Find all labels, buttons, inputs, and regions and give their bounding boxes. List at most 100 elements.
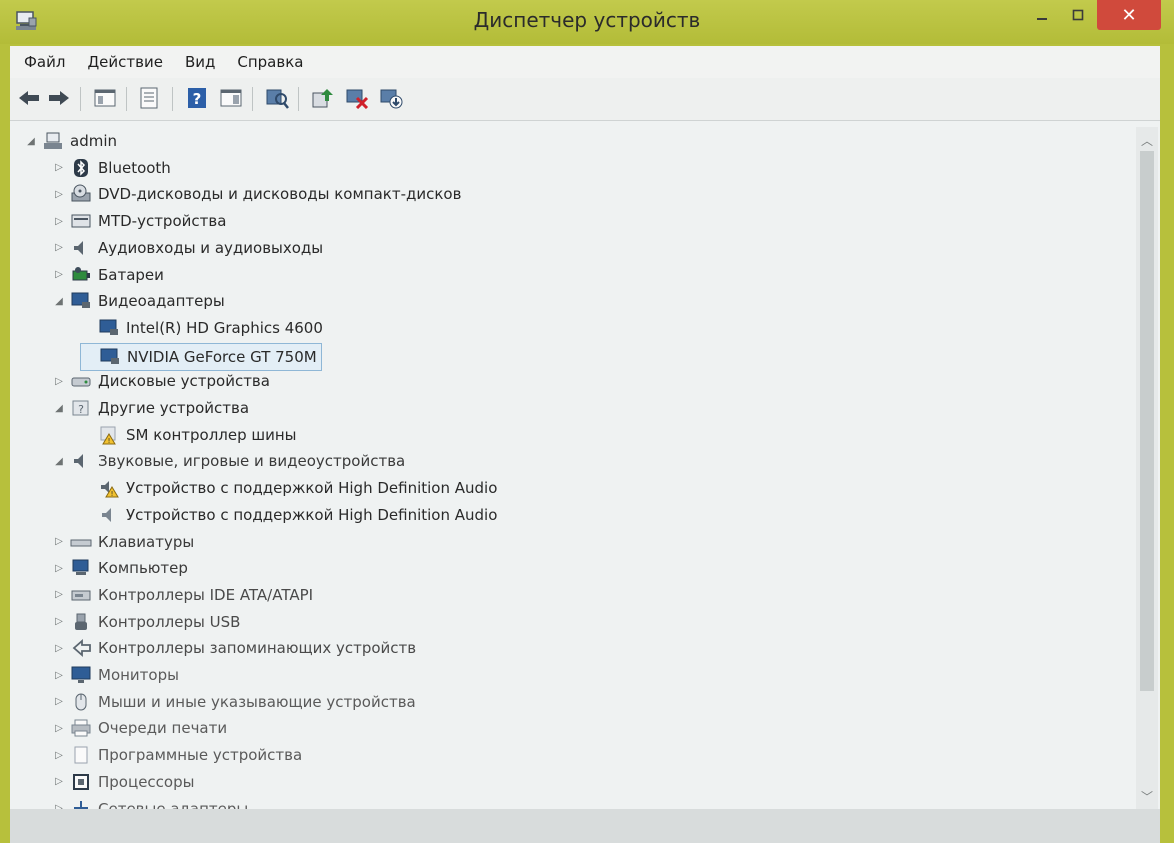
network-adapter-icon [70,799,92,809]
tree-category[interactable]: ▷ Bluetooth [52,156,171,180]
help-button[interactable]: ? [184,85,210,111]
tree-root-admin[interactable]: ◢ admin [24,129,117,153]
svg-text:!: ! [111,490,114,498]
expand-arrow-icon[interactable]: ▷ [52,563,66,574]
close-button[interactable]: ✕ [1097,0,1161,30]
speaker-icon [70,451,92,471]
expand-arrow-icon[interactable]: ▷ [52,189,66,200]
menu-file[interactable]: Файл [10,53,76,71]
tree-category[interactable]: ▷ Контроллеры USB [52,610,240,634]
tree-category[interactable]: ▷ Программные устройства [52,743,302,767]
expand-arrow-icon[interactable]: ▷ [52,536,66,547]
svg-text:?: ? [193,90,202,108]
tree-category[interactable]: ▷ Клавиатуры [52,530,194,554]
tree-category[interactable]: ▷ MTD-устройства [52,209,226,233]
tree-item-label: Устройство с поддержкой High Definition … [126,505,498,524]
tree-category[interactable]: ▷ Мониторы [52,663,179,687]
keyboard-icon [70,532,92,552]
display-adapter-child-icon [99,347,121,367]
tree-category[interactable]: ▷ Компьютер [52,556,188,580]
tree-category[interactable]: ▷ Дисковые устройства [52,369,270,393]
expand-arrow-icon[interactable]: ▷ [52,376,66,387]
action-pane-button[interactable] [218,85,244,111]
tree-item-label: Дисковые устройства [98,372,270,391]
expand-arrow-icon[interactable]: ▷ [52,616,66,627]
battery-icon [70,265,92,285]
disk-drive-icon [70,371,92,391]
tree-category[interactable]: ▷ DVD-дисководы и дисководы компакт-диско… [52,182,461,206]
scroll-up-button[interactable]: ︿ [1136,131,1158,149]
forward-button[interactable] [46,85,72,111]
tree-category[interactable]: ▷ Процессоры [52,770,194,794]
tree-category[interactable]: ◢ Видеоадаптеры [52,289,225,313]
tree-category[interactable]: ▷ Мыши и иные указывающие устройства [52,690,416,714]
tree-item-label: Программные устройства [98,746,303,765]
tree-item-label: MTD-устройства [98,212,227,231]
tree-device[interactable]: ! Устройство с поддержкой High Definition… [80,476,497,500]
expand-arrow-icon[interactable]: ▷ [52,723,66,734]
tree-category[interactable]: ▷ Очереди печати [52,716,227,740]
scroll-down-button[interactable]: ﹀ [1136,787,1158,805]
title-bar[interactable]: Диспетчер устройств ✕ [0,0,1174,44]
toolbar: ? [10,78,1160,121]
tree-category[interactable]: ▷ Контроллеры запоминающих устройств [52,636,416,660]
menu-help[interactable]: Справка [226,53,314,71]
vertical-scrollbar[interactable]: ︿ ﹀ [1136,127,1158,809]
printer-icon [70,718,92,738]
menu-action[interactable]: Действие [76,53,174,71]
minimize-button[interactable] [1027,0,1057,30]
collapse-arrow-icon[interactable]: ◢ [52,403,66,414]
expand-arrow-icon[interactable]: ▷ [52,643,66,654]
help-icon: ? [188,88,206,108]
show-hide-console-tree-button[interactable] [92,85,118,111]
ide-controller-icon [70,585,92,605]
properties-button[interactable] [136,85,162,111]
storage-controller-icon [70,638,92,658]
scroll-thumb[interactable] [1140,151,1154,691]
collapse-arrow-icon[interactable]: ◢ [52,456,66,467]
tree-item-label: Устройство с поддержкой High Definition … [126,479,498,498]
expand-arrow-icon[interactable]: ▷ [52,750,66,761]
tree-category[interactable]: ▷ Батареи [52,263,164,287]
tree-item-label: Контроллеры запоминающих устройств [98,639,417,658]
tree-item-label: Bluetooth [98,158,171,177]
disable-device-button[interactable] [344,85,370,111]
tree-item-label: Сетевые адаптеры [98,799,249,810]
menu-view[interactable]: Вид [174,53,226,71]
expand-arrow-icon[interactable]: ▷ [52,269,66,280]
expand-arrow-icon[interactable]: ▷ [52,670,66,681]
scan-hardware-button[interactable] [264,85,290,111]
expand-arrow-icon[interactable]: ▷ [52,776,66,787]
expand-arrow-icon[interactable]: ▷ [52,242,66,253]
tree-item-label: Мыши и иные указывающие устройства [98,692,416,711]
mtd-device-icon [70,211,92,231]
tree-category[interactable]: ▷ Аудиовходы и аудиовыходы [52,236,323,260]
collapse-arrow-icon[interactable]: ◢ [24,136,38,147]
processor-icon [70,772,92,792]
maximize-button[interactable] [1063,0,1093,30]
expand-arrow-icon[interactable]: ▷ [52,162,66,173]
tree-device[interactable]: Устройство с поддержкой High Definition … [80,503,497,527]
collapse-arrow-icon[interactable]: ◢ [52,296,66,307]
device-tree-pane[interactable]: ◢ admin ▷ Bluetooth ▷ DVD-дисководы и дисково… [10,121,1160,809]
computer-icon [70,558,92,578]
window-title: Диспетчер устройств [473,8,701,32]
tree-device[interactable]: NVIDIA GeForce GT 750M [80,342,322,371]
display-adapter-child-icon [98,318,120,338]
tree-device[interactable]: Intel(R) HD Graphics 4600 [80,316,323,340]
tree-category[interactable]: ▷ Контроллеры IDE ATA/ATAPI [52,583,313,607]
back-button[interactable] [16,85,42,111]
tree-device[interactable]: ! SM контроллер шины [80,423,297,447]
expand-arrow-icon[interactable]: ▷ [52,589,66,600]
update-driver-button[interactable] [310,85,336,111]
tree-category[interactable]: ◢? Другие устройства [52,396,249,420]
disable-device-icon [346,89,369,109]
device-manager-window: Диспетчер устройств ✕ Файл Действие Вид … [0,0,1174,843]
expand-arrow-icon[interactable]: ▷ [52,696,66,707]
bluetooth-icon [70,158,92,178]
uninstall-device-button[interactable] [378,85,404,111]
expand-arrow-icon[interactable]: ▷ [52,216,66,227]
tree-category[interactable]: ▷ Сетевые адаптеры [52,797,249,810]
tree-category[interactable]: ◢ Звуковые, игровые и видеоустройства [52,449,405,473]
mouse-icon [70,692,92,712]
